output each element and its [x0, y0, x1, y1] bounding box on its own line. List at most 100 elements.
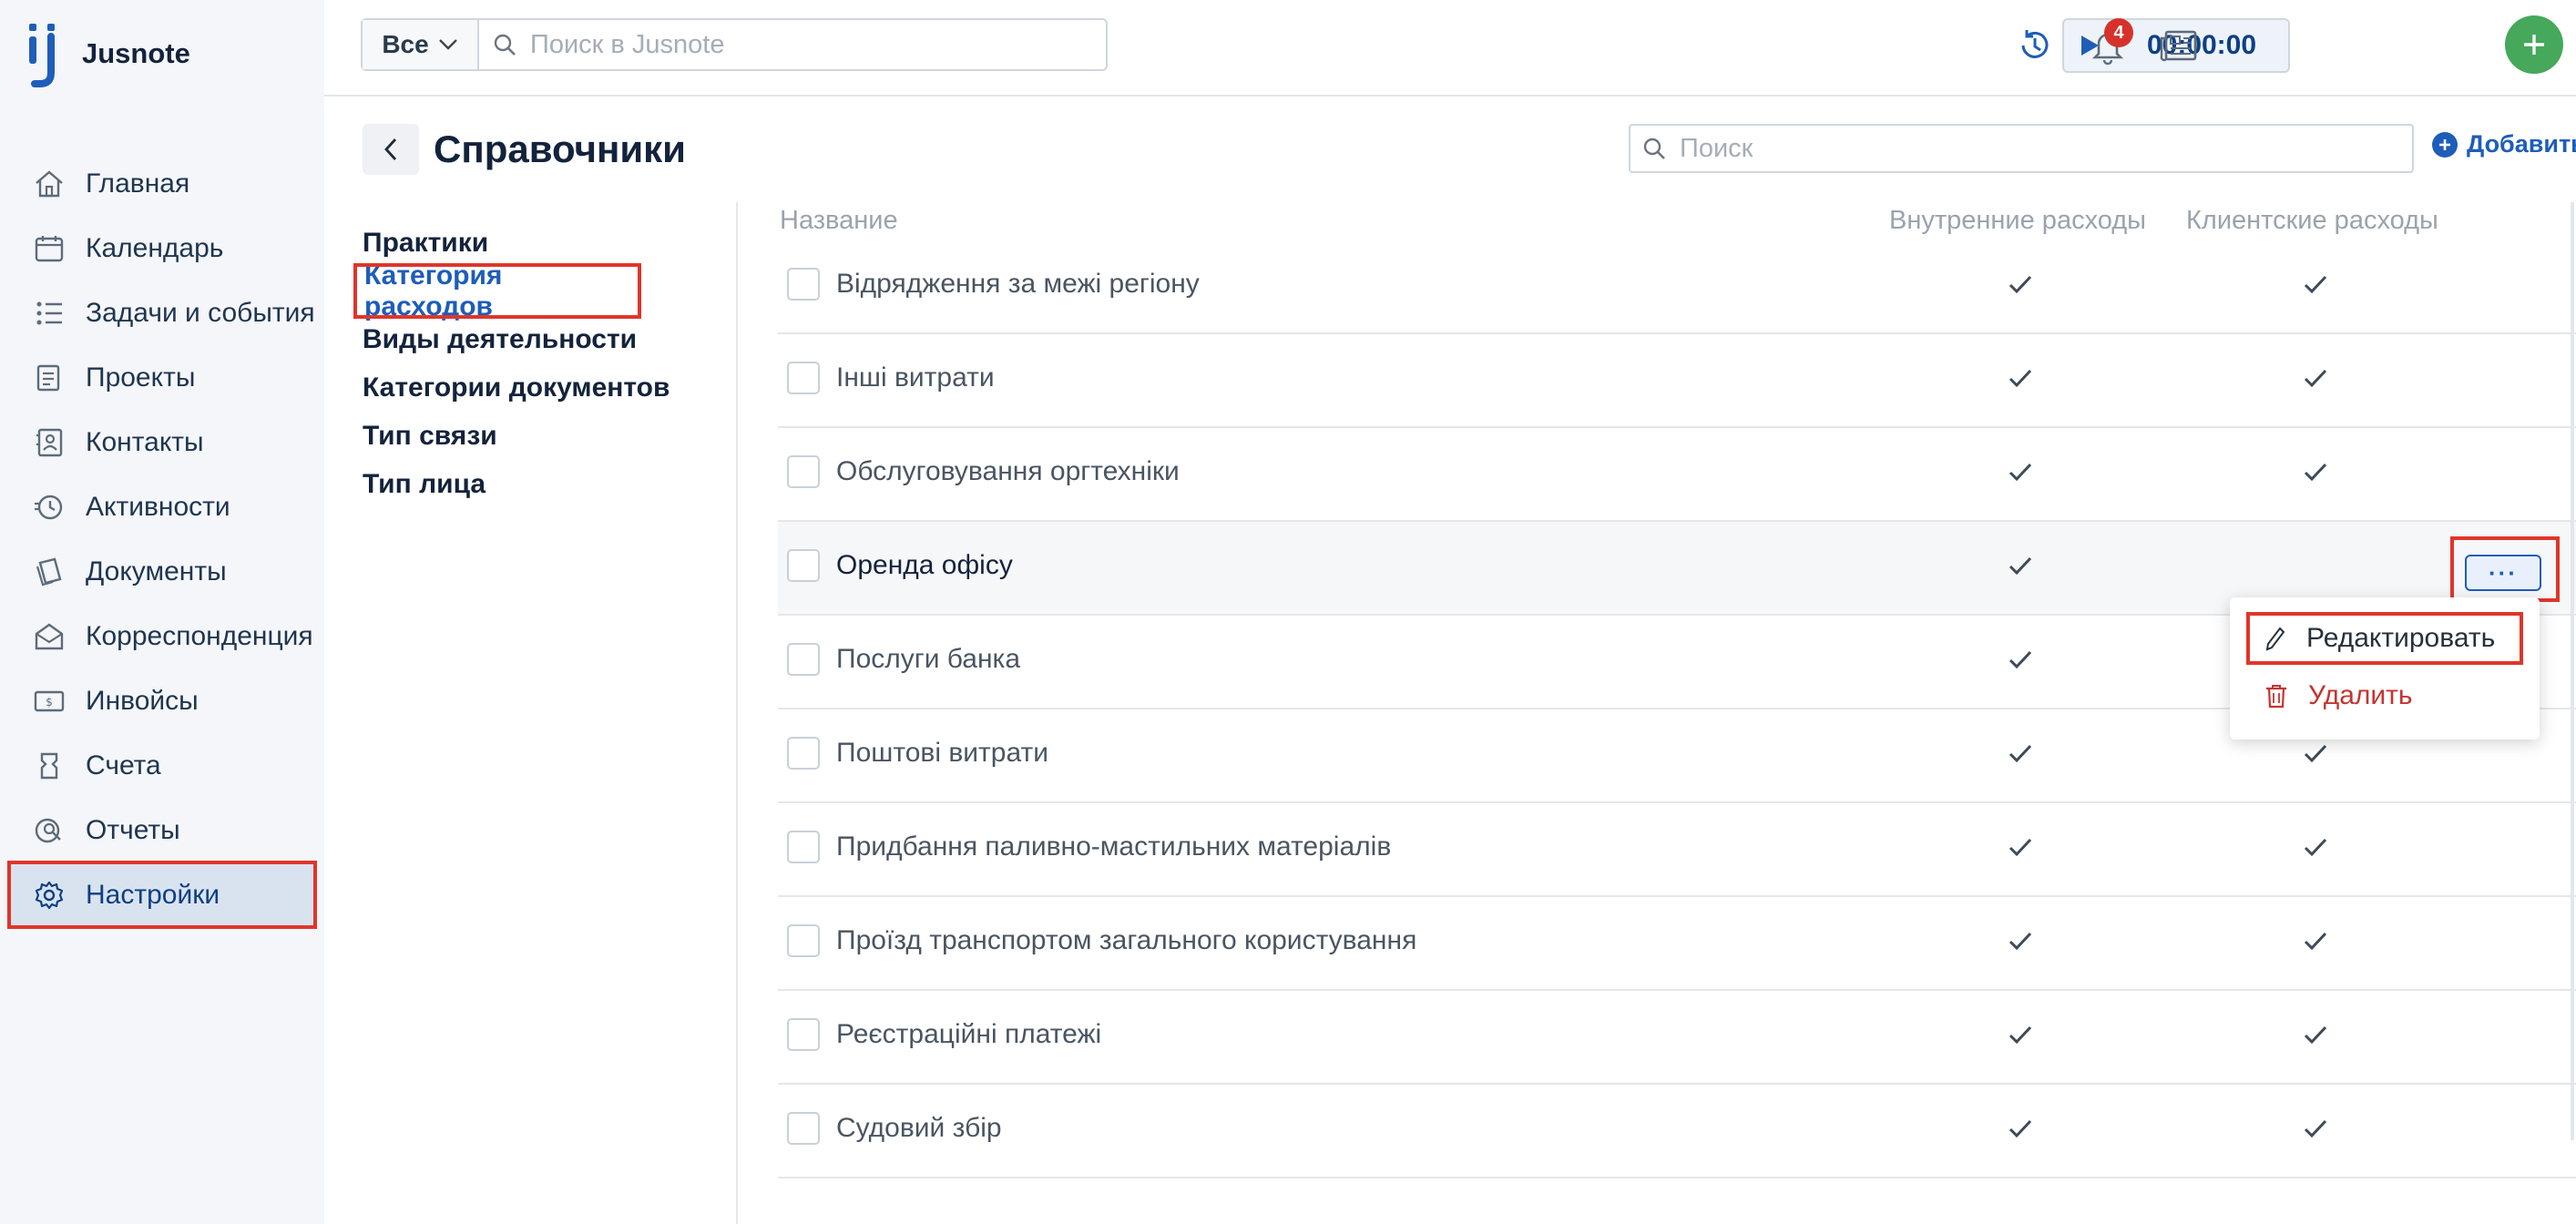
- calendar-icon: [35, 235, 64, 261]
- row-name: Судовий збір: [836, 1113, 1002, 1143]
- news-button[interactable]: [2155, 22, 2203, 69]
- invoice-icon: $: [34, 690, 65, 711]
- pencil-icon: [2265, 627, 2285, 651]
- sidebar-item-label: Корреспонденция: [86, 620, 313, 651]
- row-checkbox[interactable]: [787, 455, 820, 488]
- page-title: Справочники: [434, 128, 686, 170]
- documents-icon: [36, 557, 62, 586]
- table-row[interactable]: Проїзд транспортом загального користуван…: [778, 897, 2576, 991]
- sidebar-item-projects[interactable]: Проекты: [0, 345, 324, 410]
- internal-expense-check-icon: [2006, 1020, 2035, 1049]
- search-icon: [1643, 138, 1665, 159]
- edit-menu-item[interactable]: Редактировать: [2246, 612, 2523, 665]
- svg-text:$: $: [46, 696, 53, 709]
- row-checkbox[interactable]: [787, 831, 820, 863]
- plus-icon: [2524, 35, 2544, 55]
- row-more-button[interactable]: ···: [2465, 555, 2541, 591]
- submenu-item-document-categories[interactable]: Категории документов: [363, 363, 727, 412]
- accounts-icon: [40, 752, 58, 779]
- sidebar-item-reports[interactable]: Отчеты: [0, 798, 324, 862]
- internal-expense-check-icon: [2006, 926, 2035, 955]
- edit-menu-label: Редактировать: [2306, 623, 2496, 653]
- row-name: Реєстраційні платежі: [836, 1019, 1102, 1049]
- table-row[interactable]: Придбання паливно-мастильних матеріалів: [778, 803, 2576, 897]
- history-button[interactable]: [2011, 22, 2059, 69]
- trash-icon: [2266, 685, 2286, 709]
- column-header-client[interactable]: Клиентские расходы: [2186, 206, 2438, 236]
- row-checkbox[interactable]: [787, 737, 820, 770]
- back-button[interactable]: [363, 124, 419, 175]
- add-button-label: Добавить: [2467, 130, 2576, 158]
- row-name: Поштові витрати: [836, 738, 1048, 768]
- row-checkbox[interactable]: [787, 1112, 820, 1145]
- sidebar-item-label: Счета: [86, 750, 161, 780]
- reference-submenu: Практики Категория расходов Виды деятель…: [353, 219, 727, 508]
- table-row[interactable]: Реєстраційні платежі: [778, 991, 2576, 1085]
- global-search-input[interactable]: [530, 29, 1077, 60]
- scrollbar[interactable]: [2571, 202, 2574, 1140]
- row-checkbox[interactable]: [787, 924, 820, 957]
- sidebar-item-label: Календарь: [86, 232, 224, 263]
- sidebar-item-documents[interactable]: Документы: [0, 539, 324, 604]
- client-expense-check-icon: [2301, 363, 2330, 393]
- app-root: Jusnote Главная Календарь Задачи и событ…: [0, 0, 2576, 1224]
- sidebar-item-settings[interactable]: Настройки: [7, 861, 317, 929]
- internal-expense-check-icon: [2006, 739, 2035, 768]
- client-expense-check-icon: [2301, 926, 2330, 955]
- row-checkbox[interactable]: [787, 643, 820, 676]
- row-checkbox[interactable]: [787, 362, 820, 394]
- table-row[interactable]: Відрядження за межі регіону: [778, 240, 2576, 334]
- sidebar-item-label: Активности: [86, 491, 230, 522]
- home-icon: [36, 169, 63, 197]
- column-header-name[interactable]: Название: [780, 206, 898, 236]
- internal-expense-check-icon: [2006, 645, 2035, 674]
- logo-icon: [29, 24, 55, 87]
- submenu-item-expense-category[interactable]: Категория расходов: [353, 260, 641, 321]
- chevron-left-icon: [384, 138, 397, 160]
- table-row[interactable]: Інші витрати: [778, 334, 2576, 428]
- add-button[interactable]: Добавить: [2432, 130, 2576, 158]
- sidebar-item-calendar[interactable]: Календарь: [0, 216, 324, 280]
- internal-expense-check-icon: [2006, 1114, 2035, 1143]
- delete-menu-item[interactable]: Удалить: [2246, 676, 2413, 716]
- column-header-internal[interactable]: Внутренние расходы: [1889, 206, 2146, 236]
- row-name: Інші витрати: [836, 362, 995, 393]
- table-row[interactable]: Судовий збір: [778, 1085, 2576, 1178]
- client-expense-check-icon: [2301, 739, 2330, 768]
- submenu-item-person-type[interactable]: Тип лица: [363, 460, 727, 508]
- contacts-icon: [36, 428, 63, 456]
- scope-dropdown[interactable]: Все: [363, 20, 479, 69]
- reports-icon: [35, 818, 61, 842]
- sidebar-item-label: Инвойсы: [86, 685, 199, 716]
- client-expense-check-icon: [2301, 270, 2330, 299]
- sidebar-item-label: Контакты: [86, 426, 204, 457]
- sidebar-item-invoices[interactable]: $ Инвойсы: [0, 668, 324, 733]
- row-name: Обслуговування оргтехніки: [836, 456, 1180, 486]
- notifications-button[interactable]: 4: [2084, 18, 2133, 69]
- client-expense-check-icon: [2301, 1020, 2330, 1049]
- sidebar-item-activity[interactable]: Активности: [0, 474, 324, 539]
- row-name: Оренда офісу: [836, 550, 1013, 580]
- activity-icon: [35, 495, 63, 519]
- row-checkbox[interactable]: [787, 549, 820, 582]
- submenu-item-relation-type[interactable]: Тип связи: [363, 412, 727, 460]
- internal-expense-check-icon: [2006, 457, 2035, 486]
- logo[interactable]: Jusnote: [27, 20, 190, 87]
- sidebar-item-home[interactable]: Главная: [0, 151, 324, 216]
- quick-add-button[interactable]: [2505, 15, 2563, 74]
- sidebar-nav: Главная Календарь Задачи и события Проек…: [0, 151, 324, 929]
- list-search-input[interactable]: [1680, 133, 2390, 164]
- sidebar-item-contacts[interactable]: Контакты: [0, 410, 324, 474]
- row-checkbox[interactable]: [787, 1018, 820, 1051]
- app-name: Jusnote: [82, 37, 190, 69]
- sidebar-item-correspondence[interactable]: Корреспонденция: [0, 604, 324, 668]
- client-expense-check-icon: [2301, 457, 2330, 486]
- row-name: Відрядження за межі регіону: [836, 269, 1200, 299]
- sidebar-item-accounts[interactable]: Счета: [0, 733, 324, 798]
- sidebar-item-tasks[interactable]: Задачи и события: [0, 280, 324, 345]
- table-row[interactable]: Обслуговування оргтехніки: [778, 428, 2576, 522]
- row-checkbox[interactable]: [787, 268, 820, 301]
- submenu-item-activity-types[interactable]: Виды деятельности: [363, 315, 727, 363]
- row-actions-highlight: ···: [2450, 536, 2560, 602]
- plus-circle-icon: [2432, 131, 2458, 158]
